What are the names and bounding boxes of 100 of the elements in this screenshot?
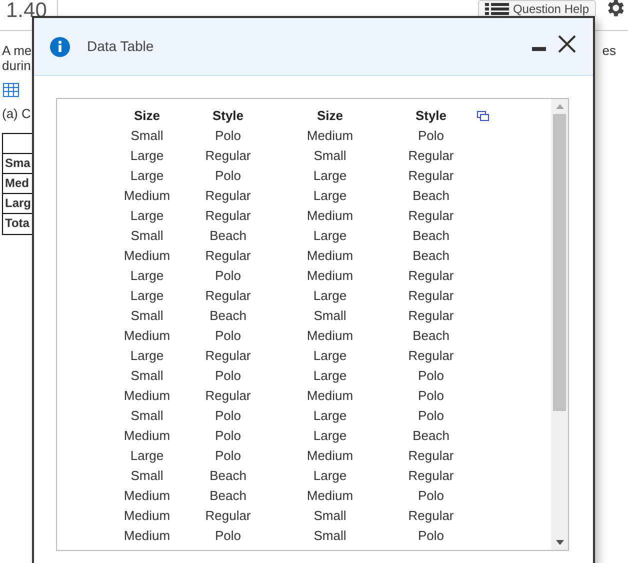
table-cell: Medium — [124, 428, 170, 444]
question-text: durin — [2, 58, 32, 73]
table-cell: Regular — [408, 148, 454, 164]
table-cell: Polo — [214, 128, 242, 144]
table-cell: Polo — [214, 368, 242, 384]
table-cell: Medium — [306, 128, 354, 144]
table-cell: Beach — [210, 228, 246, 244]
table-cell: Polo — [214, 168, 242, 184]
table-cell: Regular — [205, 388, 251, 404]
table-cell: Polo — [214, 528, 242, 544]
scroll-down-icon[interactable] — [556, 540, 564, 545]
question-text: es — [602, 43, 617, 60]
table-cell: Small — [314, 308, 346, 324]
table-cell: Regular — [408, 288, 454, 304]
table-cell: Large — [313, 368, 347, 384]
expand-icon[interactable] — [477, 111, 489, 121]
table-cell: Regular — [205, 248, 251, 264]
table-cell: Regular — [408, 348, 454, 364]
table-cell: Polo — [418, 368, 444, 384]
table-cell: Large — [313, 288, 347, 304]
table-cell: Large — [313, 348, 347, 364]
table-cell: Medium — [306, 248, 354, 264]
table-cell: Regular — [205, 508, 251, 524]
table-cell: Small — [314, 148, 346, 164]
table-cell: Large — [130, 208, 164, 224]
table-cell: Medium — [124, 488, 170, 504]
table-cell-text: Tota — [4, 214, 30, 232]
close-button[interactable] — [557, 34, 577, 54]
table-cell: Medium — [306, 268, 354, 284]
table-cell: Regular — [408, 468, 454, 484]
table-cell: Polo — [418, 388, 444, 404]
dialog-title: Data Table — [87, 37, 154, 56]
column-header: Style — [415, 108, 447, 124]
table-cell: Large — [313, 468, 347, 484]
table-cell: Beach — [210, 308, 246, 324]
table-cell: Regular — [205, 188, 251, 204]
table-cell: Regular — [205, 148, 251, 164]
table-cell: Large — [313, 408, 347, 424]
table-cell: Large — [130, 168, 164, 184]
table-cell: Medium — [306, 208, 354, 224]
table-cell: Regular — [408, 508, 454, 524]
table-cell: Beach — [412, 248, 450, 264]
table-cell: Medium — [306, 388, 354, 404]
table-cell: Polo — [418, 128, 444, 144]
table-cell: Polo — [214, 328, 242, 344]
table-cell: Beach — [412, 328, 450, 344]
table-cell: Large — [130, 348, 164, 364]
table-cell: Regular — [408, 308, 454, 324]
table-cell: Polo — [418, 408, 444, 424]
table-cell: Large — [130, 148, 164, 164]
scroll-thumb[interactable] — [553, 114, 566, 411]
table-cell: Polo — [214, 448, 242, 464]
table-cell: Beach — [412, 228, 450, 244]
table-cell: Polo — [214, 408, 242, 424]
table-cell: Small — [314, 508, 346, 524]
table-cell: Large — [313, 168, 347, 184]
table-cell: Large — [313, 228, 347, 244]
table-cell: Medium — [306, 328, 354, 344]
table-cell: Regular — [408, 208, 454, 224]
table-cell: Medium — [124, 388, 170, 404]
table-cell: Small — [130, 368, 164, 384]
scrollbar[interactable] — [551, 99, 568, 550]
table-cell: Medium — [124, 248, 170, 264]
table-cell: Regular — [408, 448, 454, 464]
table-cell: Small — [130, 468, 164, 484]
table-cell: Large — [313, 428, 347, 444]
column-header: Size — [316, 108, 343, 124]
table-cell: Small — [130, 408, 164, 424]
column-header: Size — [134, 108, 160, 124]
table-cell: Polo — [418, 528, 444, 544]
close-icon — [557, 34, 577, 54]
question-text: A me — [2, 43, 32, 58]
table-cell: Medium — [124, 328, 170, 344]
table-cell: Beach — [210, 488, 246, 504]
table-cell: Beach — [412, 428, 450, 444]
table-cell: Medium — [124, 508, 170, 524]
column-header: Style — [212, 108, 244, 124]
table-cell: Beach — [412, 188, 450, 204]
table-cell: Polo — [418, 488, 444, 504]
table-cell: Regular — [205, 208, 251, 224]
table-cell: Medium — [124, 188, 170, 204]
table-cell: Medium — [306, 448, 354, 464]
table-cell: Regular — [408, 268, 454, 284]
table-cell: Medium — [124, 528, 170, 544]
table-cell: Small — [130, 308, 164, 324]
part-label: (a) C — [2, 105, 31, 123]
table-cell: Regular — [408, 168, 454, 184]
table-icon[interactable] — [3, 83, 19, 97]
table-cell: Polo — [214, 428, 242, 444]
table-cell: Small — [130, 228, 164, 244]
table-cell: Regular — [205, 288, 251, 304]
table-cell: Small — [130, 128, 164, 144]
table-cell: Beach — [210, 468, 246, 484]
table-cell: Polo — [214, 268, 242, 284]
table-cell: Large — [130, 288, 164, 304]
table-cell: Small — [314, 528, 346, 544]
table-cell: Large — [130, 268, 164, 284]
table-cell: Medium — [306, 488, 354, 504]
table-cell: Large — [313, 188, 347, 204]
info-icon — [50, 36, 70, 56]
